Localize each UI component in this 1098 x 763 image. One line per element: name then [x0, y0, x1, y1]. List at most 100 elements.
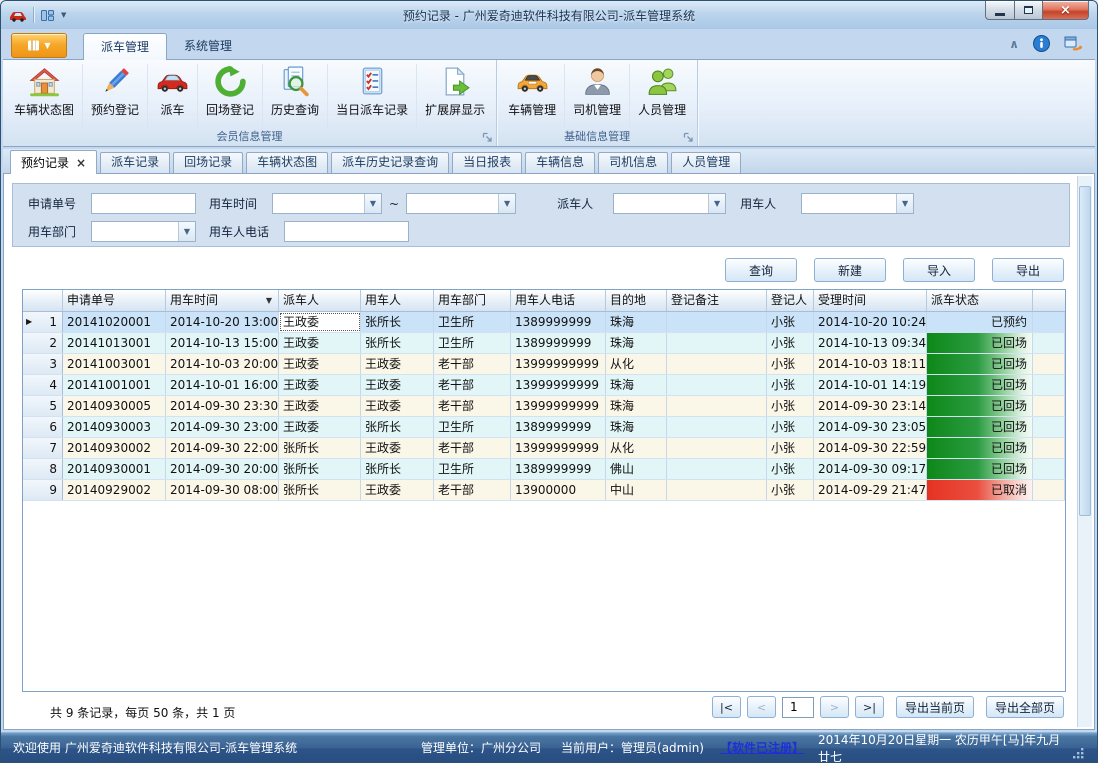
- cell-use-time[interactable]: 2014-10-03 20:00: [166, 354, 279, 374]
- last-page-button[interactable]: >|: [855, 696, 884, 718]
- cell-order-no[interactable]: 20141003001: [63, 354, 166, 374]
- col-header-use-time[interactable]: 用车时间 ▼: [166, 290, 279, 311]
- table-row[interactable]: 5 20140930005 2014-09-30 23:30 王政委 王政委 老…: [23, 396, 1065, 417]
- cell-phone[interactable]: 1389999999: [511, 417, 606, 437]
- cell-dispatch-status[interactable]: 已回场: [927, 417, 1033, 437]
- ribbon-item-history-query[interactable]: 历史查询: [262, 64, 327, 128]
- import-button[interactable]: 导入: [903, 258, 975, 282]
- cell-note[interactable]: [667, 396, 767, 416]
- minimize-button[interactable]: [985, 1, 1015, 20]
- dialog-launcher-icon[interactable]: [683, 132, 694, 143]
- cell-dispatcher[interactable]: 王政委: [279, 333, 361, 353]
- dept-combo[interactable]: ▼: [91, 221, 196, 242]
- new-button[interactable]: 新建: [814, 258, 886, 282]
- doc-tab-reservation-records[interactable]: 预约记录 ×: [10, 150, 97, 174]
- cell-registrar[interactable]: 小张: [767, 312, 814, 332]
- maximize-button[interactable]: [1015, 1, 1043, 20]
- ribbon-item-vehicle-status-map[interactable]: 车辆状态图: [6, 64, 82, 128]
- phone-input[interactable]: [284, 221, 409, 242]
- table-row[interactable]: 6 20140930003 2014-09-30 23:00 王政委 张所长 卫…: [23, 417, 1065, 438]
- cell-phone[interactable]: 13999999999: [511, 354, 606, 374]
- cell-dispatch-status[interactable]: 已回场: [927, 396, 1033, 416]
- table-row[interactable]: 7 20140930002 2014-09-30 22:00 张所长 王政委 老…: [23, 438, 1065, 459]
- cell-phone[interactable]: 13999999999: [511, 438, 606, 458]
- doc-tab-dispatch-records[interactable]: 派车记录: [100, 152, 170, 173]
- row-header-cell[interactable]: 7: [23, 438, 63, 458]
- cell-note[interactable]: [667, 480, 767, 500]
- cell-dispatch-status[interactable]: 已回场: [927, 354, 1033, 374]
- cell-use-time[interactable]: 2014-09-30 08:00: [166, 480, 279, 500]
- export-all-pages-button[interactable]: 导出全部页: [986, 696, 1064, 718]
- row-header-cell[interactable]: 2: [23, 333, 63, 353]
- cell-car-user[interactable]: 王政委: [361, 396, 434, 416]
- ribbon-item-return-register[interactable]: 回场登记: [197, 64, 262, 128]
- cell-dispatch-status[interactable]: 已回场: [927, 375, 1033, 395]
- cell-note[interactable]: [667, 438, 767, 458]
- cell-dispatch-status[interactable]: 已回场: [927, 438, 1033, 458]
- query-button[interactable]: 查询: [725, 258, 797, 282]
- table-row[interactable]: 1 20141020001 2014-10-20 13:00 王政委 张所长 卫…: [23, 312, 1065, 333]
- cell-destination[interactable]: 珠海: [606, 417, 667, 437]
- car-user-input[interactable]: [802, 194, 896, 213]
- cell-destination[interactable]: 珠海: [606, 312, 667, 332]
- cell-dispatcher[interactable]: 王政委: [279, 354, 361, 374]
- cell-phone[interactable]: 1389999999: [511, 459, 606, 479]
- cell-car-user[interactable]: 张所长: [361, 417, 434, 437]
- dept-input[interactable]: [92, 222, 178, 241]
- application-menu-button[interactable]: ▼: [11, 33, 67, 58]
- cell-car-user[interactable]: 王政委: [361, 375, 434, 395]
- table-row[interactable]: 8 20140930001 2014-09-30 20:00 张所长 张所长 卫…: [23, 459, 1065, 480]
- ribbon-item-dispatch-car[interactable]: 派车: [147, 64, 197, 128]
- scrollbar-thumb[interactable]: [1079, 186, 1091, 516]
- row-header-cell[interactable]: 9: [23, 480, 63, 500]
- cell-use-time[interactable]: 2014-10-20 13:00: [166, 312, 279, 332]
- table-row[interactable]: 4 20141001001 2014-10-01 16:00 王政委 王政委 老…: [23, 375, 1065, 396]
- cell-phone[interactable]: 13900000: [511, 480, 606, 500]
- row-header-cell[interactable]: 6: [23, 417, 63, 437]
- first-page-button[interactable]: |<: [712, 696, 741, 718]
- doc-tab-history-query[interactable]: 派车历史记录查询: [331, 152, 449, 173]
- cell-use-time[interactable]: 2014-09-30 20:00: [166, 459, 279, 479]
- ribbon-item-extended-screen[interactable]: 扩展屏显示: [416, 64, 493, 128]
- cell-dept[interactable]: 卫生所: [434, 417, 511, 437]
- cell-order-no[interactable]: 20141001001: [63, 375, 166, 395]
- layout-grid-icon[interactable]: [40, 8, 55, 23]
- close-button[interactable]: ×: [1043, 1, 1089, 20]
- cell-note[interactable]: [667, 312, 767, 332]
- row-header-cell[interactable]: 4: [23, 375, 63, 395]
- cell-registrar[interactable]: 小张: [767, 438, 814, 458]
- table-row[interactable]: 9 20140929002 2014-09-30 08:00 张所长 王政委 老…: [23, 480, 1065, 501]
- cell-dispatcher[interactable]: 王政委: [279, 417, 361, 437]
- cell-dispatcher[interactable]: 张所长: [279, 438, 361, 458]
- page-number-input[interactable]: [782, 697, 814, 718]
- cell-order-no[interactable]: 20141020001: [63, 312, 166, 332]
- cell-accepted-at[interactable]: 2014-09-30 23:05: [814, 417, 927, 437]
- cell-phone[interactable]: 13999999999: [511, 375, 606, 395]
- export-current-page-button[interactable]: 导出当前页: [896, 696, 974, 718]
- cell-accepted-at[interactable]: 2014-10-01 14:19: [814, 375, 927, 395]
- cell-accepted-at[interactable]: 2014-10-20 10:24: [814, 312, 927, 332]
- car-user-combo[interactable]: ▼: [801, 193, 914, 214]
- cell-destination[interactable]: 从化: [606, 354, 667, 374]
- row-header-cell[interactable]: 3: [23, 354, 63, 374]
- ribbon-item-vehicle-manage[interactable]: 车辆管理: [500, 64, 564, 128]
- cell-accepted-at[interactable]: 2014-09-30 09:17: [814, 459, 927, 479]
- ribbon-tab-system[interactable]: 系统管理: [167, 33, 249, 59]
- prev-page-button[interactable]: <: [747, 696, 776, 718]
- switch-window-icon[interactable]: [1064, 35, 1083, 52]
- table-row[interactable]: 3 20141003001 2014-10-03 20:00 王政委 王政委 老…: [23, 354, 1065, 375]
- cell-order-no[interactable]: 20140930001: [63, 459, 166, 479]
- ribbon-item-daily-dispatch-record[interactable]: 当日派车记录: [327, 64, 416, 128]
- cell-accepted-at[interactable]: 2014-09-29 21:47: [814, 480, 927, 500]
- cell-dept[interactable]: 老干部: [434, 480, 511, 500]
- cell-dept[interactable]: 卫生所: [434, 333, 511, 353]
- cell-dept[interactable]: 老干部: [434, 354, 511, 374]
- qat-dropdown-arrow[interactable]: ▼: [61, 11, 66, 19]
- dispatcher-combo[interactable]: ▼: [613, 193, 726, 214]
- ribbon-item-reservation-register[interactable]: 预约登记: [82, 64, 147, 128]
- doc-tab-personnel-manage[interactable]: 人员管理: [671, 152, 741, 173]
- resize-grip[interactable]: [1072, 747, 1085, 760]
- cell-accepted-at[interactable]: 2014-09-30 22:59: [814, 438, 927, 458]
- cell-phone[interactable]: 1389999999: [511, 333, 606, 353]
- vertical-scrollbar[interactable]: [1077, 176, 1092, 727]
